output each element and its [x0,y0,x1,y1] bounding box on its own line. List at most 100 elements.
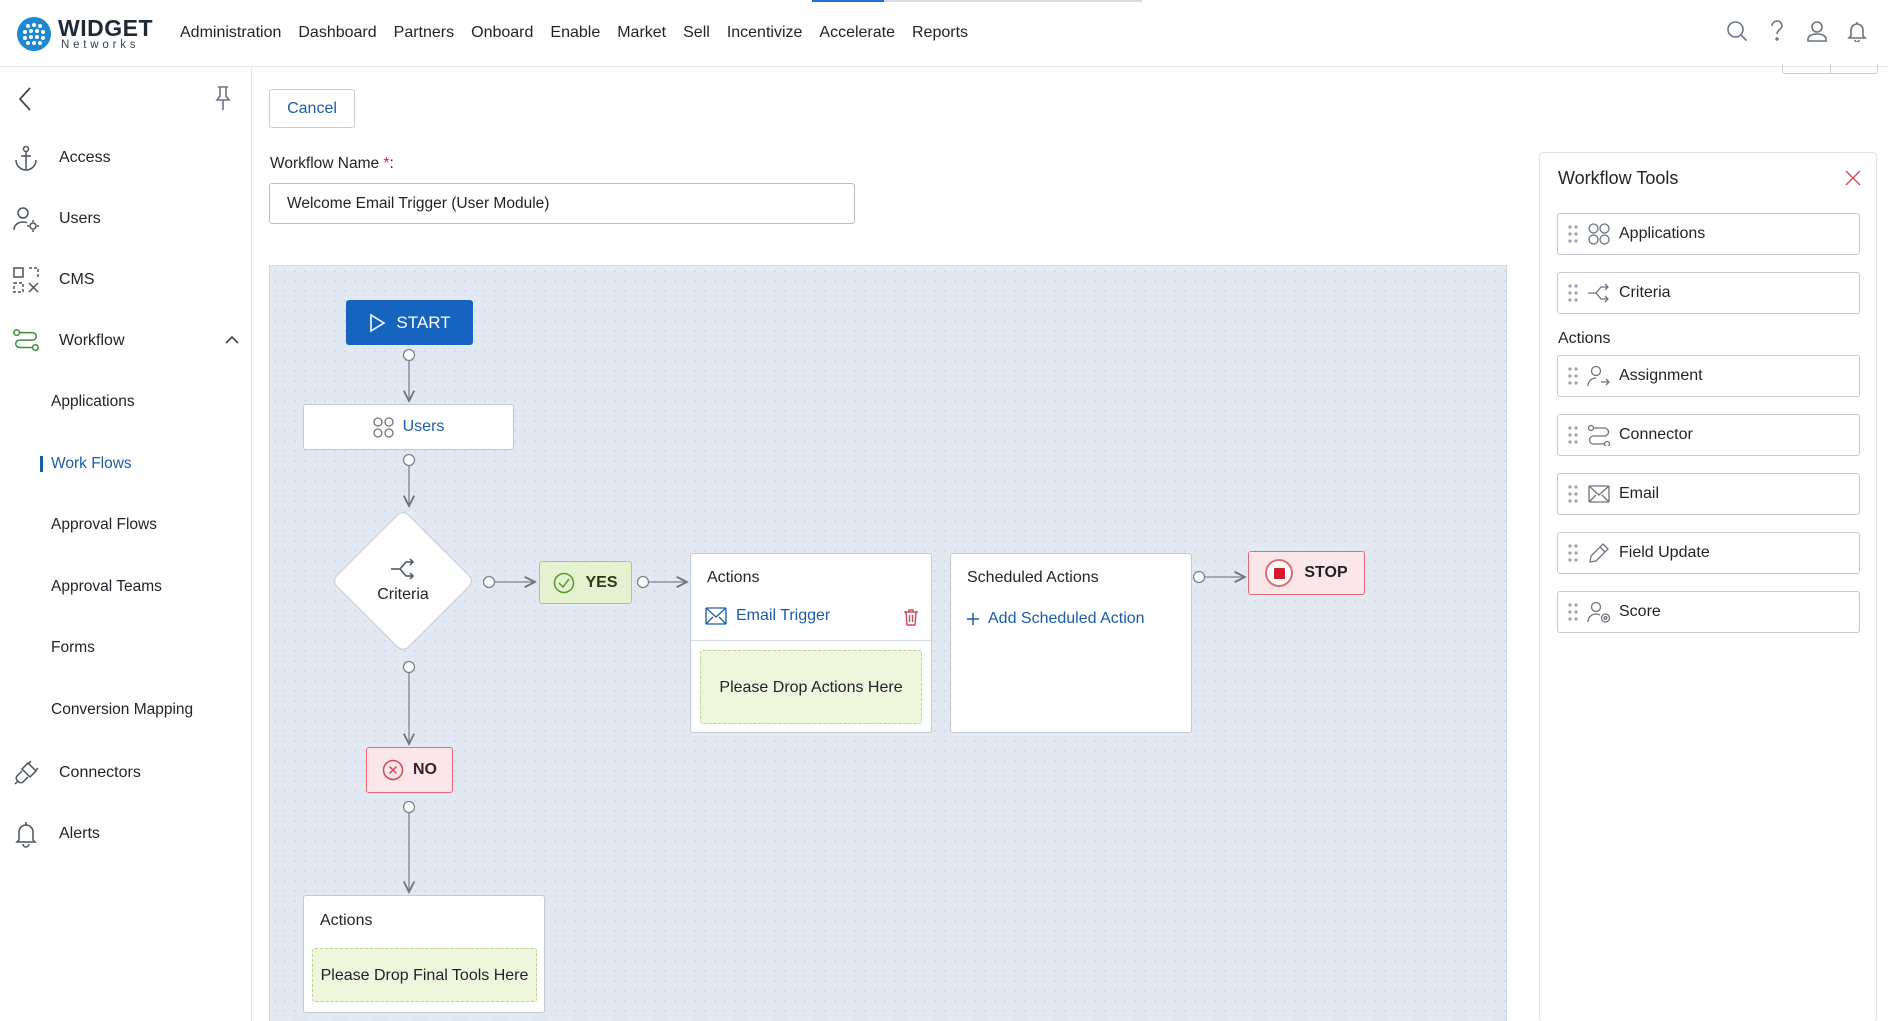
play-icon [370,313,386,332]
brand-wordmark[interactable]: WIDGET Networks [58,17,153,52]
user-icon[interactable] [1806,18,1828,44]
x-circle-icon [382,759,404,781]
cms-icon [12,266,40,294]
sidebar-item-label: Access [59,149,111,166]
email-trigger-label: Email Trigger [736,607,831,624]
drag-handle-icon[interactable] [1567,425,1579,445]
menu-partners[interactable]: Partners [394,24,454,42]
top-icons [1726,18,1868,44]
menu-reports[interactable]: Reports [912,24,968,42]
scheduled-actions-title: Scheduled Actions [967,569,1099,586]
tool-field-update[interactable]: Field Update [1557,532,1860,574]
menu-sell[interactable]: Sell [683,24,710,42]
no-node[interactable]: NO [366,747,453,793]
email-trigger-action[interactable]: Email Trigger [705,607,830,625]
user-settings-icon [12,205,40,233]
workflow-name-label: Workflow Name *: [270,155,394,173]
users-node-label: Users [402,418,445,435]
bell-icon[interactable] [1846,18,1868,44]
tool-label: Score [1619,603,1661,620]
sidebar: Access Users CMS Workflow Applications W… [0,68,252,1021]
users-node[interactable]: Users [303,404,514,450]
anchor-icon [12,144,40,172]
tool-criteria[interactable]: Criteria [1557,272,1860,314]
stop-node[interactable]: STOP [1248,551,1365,595]
sidebar-sub-approval-flows[interactable]: Approval Flows [51,516,157,534]
sidebar-item-workflow[interactable]: Workflow [12,324,240,358]
toolbar-corner-buttons[interactable] [1782,64,1878,74]
chevron-up-icon[interactable] [224,332,240,353]
trash-icon[interactable] [903,608,919,631]
yes-label: YES [585,573,618,591]
connector-icon [1587,423,1611,447]
menu-administration[interactable]: Administration [180,24,281,42]
tool-label: Connector [1619,426,1693,443]
menu-dashboard[interactable]: Dashboard [298,24,376,42]
final-dropzone[interactable]: Please Drop Final Tools Here [312,948,537,1002]
menu-onboard[interactable]: Onboard [471,24,533,42]
add-scheduled-action-button[interactable]: Add Scheduled Action [966,610,1145,628]
workflow-canvas[interactable]: START Users Criteria YES NO Actions Emai… [269,265,1507,1021]
close-icon[interactable] [1844,169,1862,192]
menu-incentivize[interactable]: Incentivize [727,24,803,42]
drag-handle-icon[interactable] [1567,484,1579,504]
apps-icon [372,416,394,438]
drag-handle-icon[interactable] [1567,602,1579,622]
assign-icon [1587,364,1611,388]
plus-icon [967,613,979,625]
actions-dropzone[interactable]: Please Drop Actions Here [700,650,922,724]
workflow-name-input[interactable] [269,183,855,224]
drag-handle-icon[interactable] [1567,543,1579,563]
actions-card-title: Actions [707,569,760,586]
apps-icon [1587,222,1611,246]
sidebar-sub-work-flows[interactable]: Work Flows [40,455,132,473]
sidebar-item-connectors[interactable]: Connectors [12,756,240,790]
stop-label: STOP [1304,564,1348,581]
plug-icon [12,759,40,787]
tool-score[interactable]: Score [1557,591,1860,633]
sidebar-item-label: CMS [59,271,95,288]
branch-icon [391,558,415,580]
sidebar-sub-approval-teams[interactable]: Approval Teams [51,578,162,596]
help-icon[interactable] [1766,18,1788,44]
tool-connector[interactable]: Connector [1557,414,1860,456]
stop-icon [1265,559,1294,587]
start-node[interactable]: START [346,300,473,345]
chevron-left-icon[interactable] [14,84,36,119]
drag-handle-icon[interactable] [1567,366,1579,386]
criteria-node-content[interactable]: Criteria [338,550,468,612]
menu-market[interactable]: Market [617,24,666,42]
yes-node[interactable]: YES [539,561,632,604]
tool-assignment[interactable]: Assignment [1557,355,1860,397]
final-actions-title: Actions [320,912,373,929]
actions-card: Actions Email Trigger Please Drop Action… [690,553,932,733]
drag-handle-icon[interactable] [1567,224,1579,244]
sidebar-item-label: Connectors [59,764,141,781]
sidebar-item-access[interactable]: Access [12,141,240,175]
search-icon[interactable] [1726,18,1748,44]
label-suffix: : [389,155,394,172]
sidebar-item-cms[interactable]: CMS [12,263,240,297]
actions-section-label: Actions [1558,330,1611,347]
workflow-icon [12,327,40,355]
sidebar-item-label: Users [59,210,101,227]
brand-sub: Networks [61,39,140,51]
tool-applications[interactable]: Applications [1557,213,1860,255]
tool-label: Applications [1619,225,1706,242]
sidebar-sub-applications[interactable]: Applications [51,393,135,411]
sidebar-item-label: Alerts [59,825,100,842]
brand-logo[interactable] [16,16,52,52]
menu-enable[interactable]: Enable [550,24,600,42]
drag-handle-icon[interactable] [1567,283,1579,303]
sidebar-item-alerts[interactable]: Alerts [12,817,240,851]
bell-icon [12,820,40,848]
sidebar-sub-conversion-mapping[interactable]: Conversion Mapping [51,701,193,719]
tool-label: Email [1619,485,1660,502]
pin-icon[interactable] [212,84,234,117]
sidebar-item-users[interactable]: Users [12,202,240,236]
scheduled-actions-card: Scheduled Actions Add Scheduled Action [950,553,1192,733]
menu-accelerate[interactable]: Accelerate [819,24,895,42]
tool-email[interactable]: Email [1557,473,1860,515]
sidebar-sub-forms[interactable]: Forms [51,639,95,657]
cancel-button[interactable]: Cancel [269,89,355,128]
